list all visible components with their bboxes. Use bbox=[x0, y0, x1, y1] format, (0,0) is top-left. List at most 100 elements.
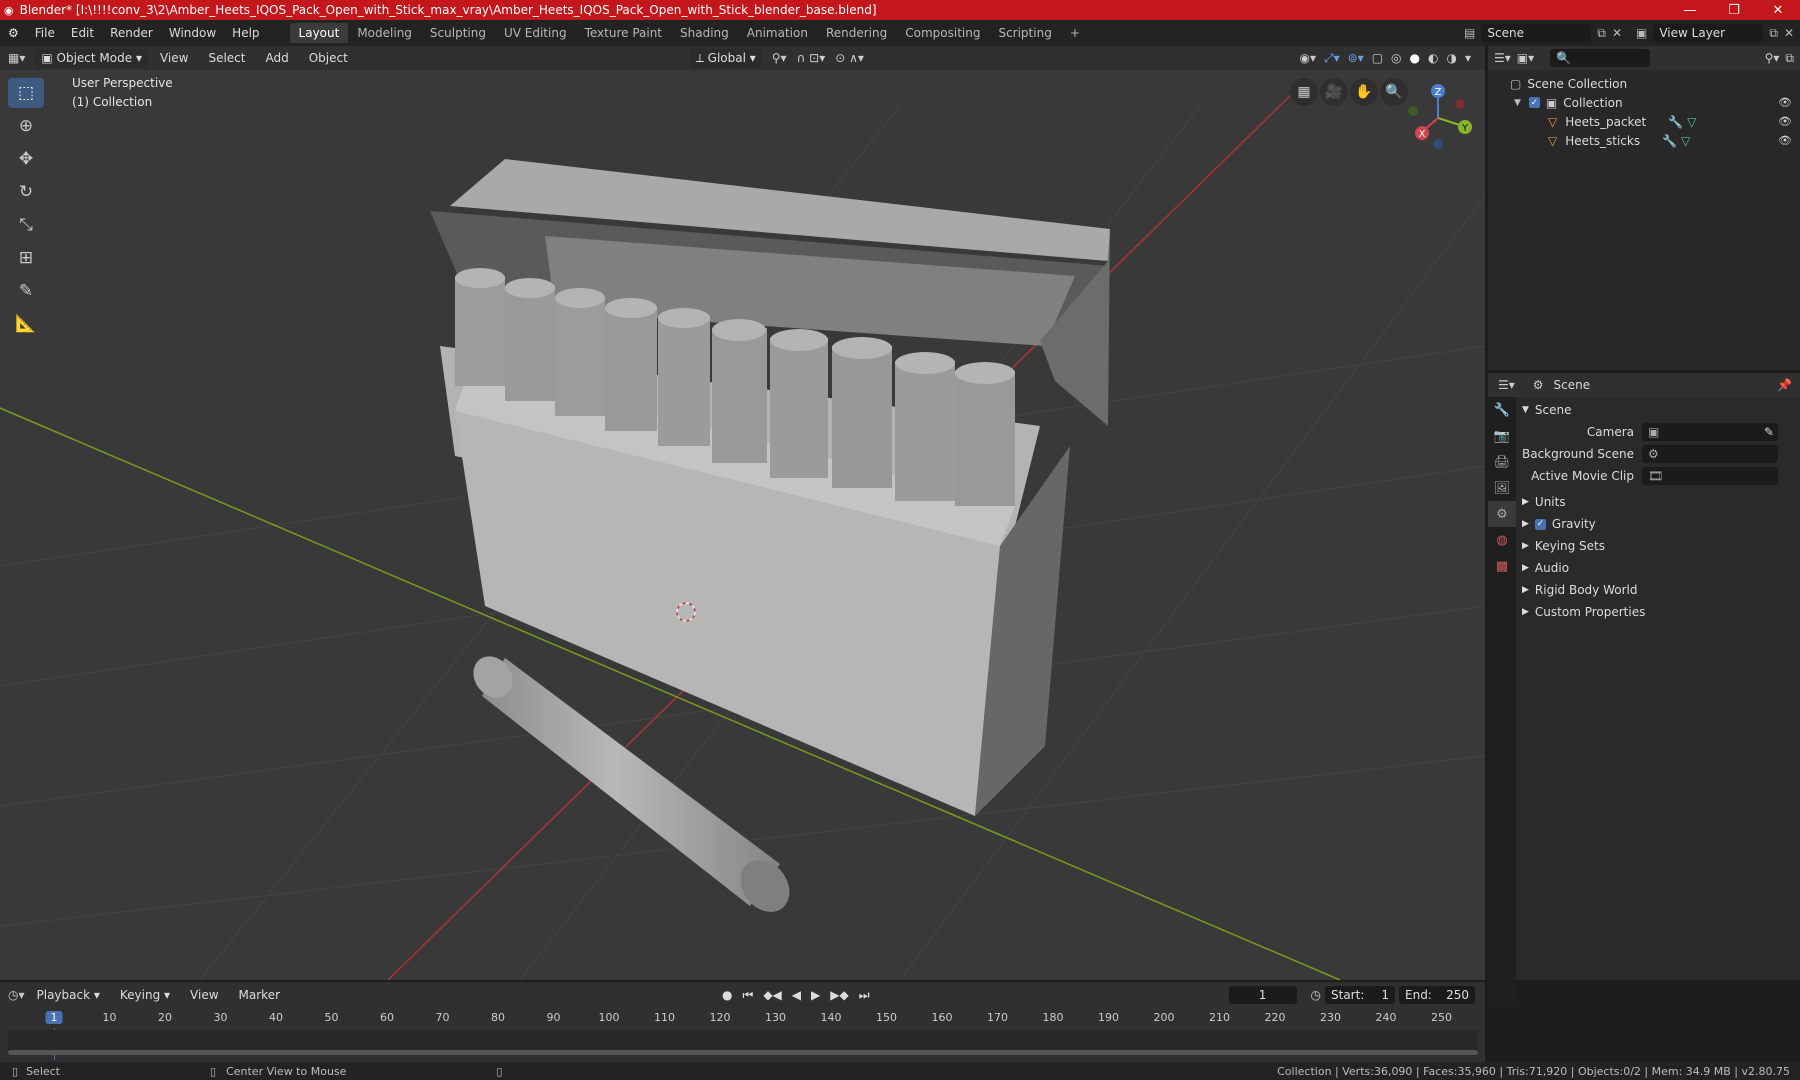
tool-tab-icon[interactable]: 🔧 bbox=[1488, 397, 1516, 423]
close-button[interactable]: ✕ bbox=[1756, 3, 1800, 18]
camera-field[interactable]: ▣ ✎ bbox=[1642, 423, 1778, 441]
scale-icon[interactable]: ⤡ bbox=[8, 210, 44, 240]
keying-sets-panel[interactable]: ▶ Keying Sets bbox=[1522, 535, 1794, 557]
measure-icon[interactable]: 📐 bbox=[8, 309, 44, 339]
tab-texture-paint[interactable]: Texture Paint bbox=[576, 23, 671, 43]
solid-shading-icon[interactable]: ● bbox=[1410, 51, 1420, 66]
tab-animation[interactable]: Animation bbox=[738, 23, 817, 43]
properties-editor-type-icon[interactable]: ☰▾ bbox=[1498, 378, 1515, 392]
filter-icon[interactable]: ⚲▾ bbox=[1765, 51, 1780, 65]
editor-type-icon[interactable]: ▦▾ bbox=[8, 51, 25, 65]
navigation-gizmo[interactable]: Z Y X bbox=[1408, 84, 1472, 149]
next-keyframe-icon[interactable]: ▶◆ bbox=[830, 988, 848, 1003]
blender-menu-icon[interactable]: ⚙ bbox=[0, 26, 27, 40]
pin-icon[interactable]: 📌 bbox=[1777, 378, 1800, 392]
collection-eye-icon[interactable]: 👁 bbox=[1778, 96, 1792, 109]
menu-render[interactable]: Render bbox=[102, 26, 161, 40]
prev-keyframe-icon[interactable]: ◆◀ bbox=[763, 988, 781, 1003]
annotate-icon[interactable]: ✎ bbox=[8, 276, 44, 306]
rotate-icon[interactable]: ↻ bbox=[8, 177, 44, 207]
play-reverse-icon[interactable]: ◀ bbox=[792, 988, 801, 1003]
expand-arrow-icon[interactable]: ▼ bbox=[1514, 98, 1521, 108]
outliner-row-collection[interactable]: ▼ ✓ ▣ Collection 👁 bbox=[1488, 93, 1800, 112]
movie-clip-field[interactable]: 🎞 bbox=[1642, 467, 1778, 485]
timeline-menu-keying[interactable]: Keying ▾ bbox=[112, 988, 178, 1002]
outliner-editor-type-icon[interactable]: ☰▾ bbox=[1494, 51, 1511, 65]
pan-hand-icon[interactable]: ✋ bbox=[1350, 78, 1378, 106]
proportional-edit-icon[interactable]: ⊙ ∧▾ bbox=[835, 51, 864, 65]
eyedropper-icon[interactable]: ✎ bbox=[1764, 425, 1778, 439]
start-frame-field[interactable]: Start: 1 bbox=[1325, 986, 1395, 1004]
menu-file[interactable]: File bbox=[27, 26, 63, 40]
record-icon[interactable]: ● bbox=[722, 988, 732, 1003]
view-layer-tab-icon[interactable]: 🖼 bbox=[1488, 475, 1516, 501]
menu-window[interactable]: Window bbox=[161, 26, 224, 40]
new-scene-icon[interactable]: ⧉ bbox=[1597, 26, 1606, 41]
tab-rendering[interactable]: Rendering bbox=[817, 23, 896, 43]
wireframe-shading-icon[interactable]: ◎ bbox=[1391, 51, 1401, 66]
view-layer-field[interactable]: View Layer bbox=[1653, 24, 1764, 42]
outliner-row-heets-sticks[interactable]: ▽ Heets_sticks 🔧 ▽ 👁 bbox=[1488, 131, 1800, 150]
visibility-icon[interactable]: ◉▾ bbox=[1299, 51, 1316, 66]
jump-end-icon[interactable]: ⏭ bbox=[859, 988, 870, 1003]
move-icon[interactable]: ✥ bbox=[8, 144, 44, 174]
custom-properties-panel[interactable]: ▶ Custom Properties bbox=[1522, 601, 1794, 623]
new-collection-icon[interactable]: ⧉ bbox=[1785, 51, 1800, 66]
transform-orientation-dropdown[interactable]: ⟂ Global ▾ bbox=[689, 48, 762, 68]
output-tab-icon[interactable]: 🖨 bbox=[1488, 449, 1516, 475]
rendered-shading-icon[interactable]: ◑ bbox=[1446, 51, 1456, 66]
grid-view-icon[interactable]: ▦ bbox=[1290, 78, 1318, 106]
current-frame-field[interactable]: 1 bbox=[1228, 986, 1297, 1004]
tab-modeling[interactable]: Modeling bbox=[348, 23, 421, 43]
viewport-menu-add[interactable]: Add bbox=[257, 51, 296, 65]
timeline-scrollbar[interactable] bbox=[8, 1050, 1478, 1055]
world-tab-icon[interactable]: ◍ bbox=[1488, 527, 1516, 553]
tab-scripting[interactable]: Scripting bbox=[989, 23, 1060, 43]
outliner-search-input[interactable]: 🔍 bbox=[1550, 49, 1651, 67]
menu-help[interactable]: Help bbox=[224, 26, 267, 40]
timeline-menu-playback[interactable]: Playback ▾ bbox=[29, 988, 108, 1002]
viewport-menu-object[interactable]: Object bbox=[301, 51, 356, 65]
3d-viewport[interactable]: Z Y X ▦▾ ▣ Object Mode ▾ View Select Add… bbox=[0, 46, 1485, 980]
delete-view-layer-icon[interactable]: ✕ bbox=[1784, 26, 1794, 40]
xray-icon[interactable]: ▢ bbox=[1372, 51, 1383, 66]
cursor-icon[interactable]: ⊕ bbox=[8, 111, 44, 141]
viewport-menu-view[interactable]: View bbox=[152, 51, 196, 65]
render-tab-icon[interactable]: 📷 bbox=[1488, 423, 1516, 449]
clock-icon[interactable]: ◷ bbox=[1311, 988, 1321, 1002]
tab-compositing[interactable]: Compositing bbox=[896, 23, 989, 43]
play-icon[interactable]: ▶ bbox=[811, 988, 820, 1003]
collection-checkbox[interactable]: ✓ bbox=[1528, 97, 1540, 108]
rigid-body-world-panel[interactable]: ▶ Rigid Body World bbox=[1522, 579, 1794, 601]
new-view-layer-icon[interactable]: ⧉ bbox=[1769, 26, 1778, 41]
texture-tab-icon[interactable]: ▩ bbox=[1488, 553, 1516, 579]
object-mode-dropdown[interactable]: ▣ Object Mode ▾ bbox=[35, 49, 148, 67]
timeline-menu-marker[interactable]: Marker bbox=[231, 988, 288, 1002]
overlay-toggle-icon[interactable]: ⊚▾ bbox=[1348, 51, 1364, 66]
tab-sculpting[interactable]: Sculpting bbox=[421, 23, 495, 43]
tab-layout[interactable]: Layout bbox=[289, 23, 349, 43]
modifier-wrench-icon[interactable]: 🔧 bbox=[1668, 115, 1683, 129]
timeline-ruler[interactable]: 1 10 20 30 40 50 60 70 80 90 100 110 120 130 140 150 160… bbox=[0, 1008, 1485, 1060]
camera-view-icon[interactable]: 🎥 bbox=[1320, 78, 1348, 106]
scene-tab-icon[interactable]: ⚙ bbox=[1488, 501, 1516, 527]
outliner-row-scene-collection[interactable]: ▢ Scene Collection bbox=[1488, 74, 1800, 93]
delete-scene-icon[interactable]: ✕ bbox=[1612, 26, 1622, 40]
tab-uv-editing[interactable]: UV Editing bbox=[495, 23, 576, 43]
units-panel[interactable]: ▶ Units bbox=[1522, 491, 1794, 513]
timeline-menu-view[interactable]: View bbox=[182, 988, 226, 1002]
modifier-wrench-icon[interactable]: 🔧 bbox=[1662, 134, 1677, 148]
restore-button[interactable]: ❐ bbox=[1712, 3, 1756, 18]
background-scene-field[interactable]: ⚙ bbox=[1642, 445, 1778, 463]
tab-shading[interactable]: Shading bbox=[671, 23, 738, 43]
display-mode-icon[interactable]: ▣▾ bbox=[1517, 51, 1534, 65]
select-box-icon[interactable]: ⬚ bbox=[8, 78, 44, 108]
outliner-row-heets-packet[interactable]: ▽ Heets_packet 🔧 ▽ 👁 bbox=[1488, 112, 1800, 131]
shading-options-icon[interactable]: ▾ bbox=[1465, 51, 1471, 66]
gizmo-toggle-icon[interactable]: ⤢▾ bbox=[1324, 51, 1340, 66]
scene-name-field[interactable]: Scene bbox=[1481, 24, 1592, 42]
mesh-data-icon[interactable]: ▽ bbox=[1687, 115, 1696, 129]
add-workspace-icon[interactable]: + bbox=[1061, 23, 1089, 43]
object-eye-icon[interactable]: 👁 bbox=[1778, 115, 1792, 128]
object-eye-icon[interactable]: 👁 bbox=[1778, 134, 1792, 147]
